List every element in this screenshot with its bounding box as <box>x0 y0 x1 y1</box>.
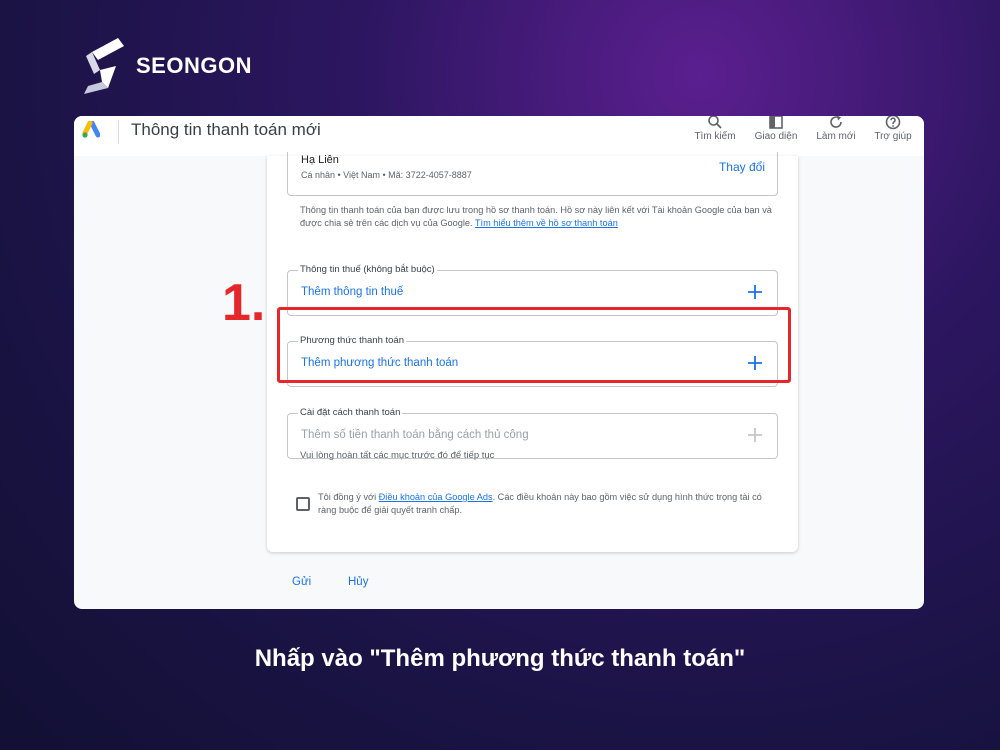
top-bar: Thông tin thanh toán mới Tìm kiếm Giao d… <box>74 116 924 156</box>
add-manual-payment-link: Thêm số tiền thanh toán bằng cách thủ cô… <box>301 429 529 441</box>
terms-checkbox[interactable] <box>296 497 310 511</box>
refresh-icon <box>830 116 842 128</box>
help-button[interactable]: Trợ giúp <box>863 116 923 142</box>
help-label: Trợ giúp <box>874 131 912 142</box>
billing-profile-box: Hạ Liên Cá nhân • Việt Nam • Mã: 3722-40… <box>287 152 778 196</box>
appearance-button[interactable]: Giao diện <box>746 116 806 142</box>
add-tax-plus-icon[interactable] <box>747 284 763 300</box>
brand-name: SEONGON <box>136 53 252 78</box>
title-divider <box>118 120 119 144</box>
window-title: Thông tin thanh toán mới <box>131 120 321 139</box>
learn-more-link[interactable]: Tìm hiểu thêm về hồ sơ thanh toán <box>475 218 618 228</box>
profile-name: Hạ Liên <box>301 154 339 166</box>
terms-prefix: Tôi đồng ý với <box>318 492 379 502</box>
change-profile-link[interactable]: Thay đổi <box>719 160 765 174</box>
terms-text: Tôi đồng ý với Điều khoản của Google Ads… <box>318 491 778 517</box>
refresh-button[interactable]: Làm mới <box>806 116 866 142</box>
appearance-icon <box>769 116 783 129</box>
disabled-plus-icon <box>748 428 762 442</box>
appearance-label: Giao diện <box>754 131 798 142</box>
tax-info-label: Thông tin thuế (không bắt buộc) <box>298 264 437 275</box>
completion-hint: Vui lòng hoàn tất các mục trước đó để ti… <box>300 450 495 461</box>
payment-method-highlight <box>277 307 791 383</box>
google-ads-logo-icon <box>82 121 100 138</box>
instruction-caption: Nhấp vào "Thêm phương thức thanh toán" <box>254 645 746 672</box>
add-tax-info-link[interactable]: Thêm thông tin thuế <box>301 286 403 298</box>
help-icon <box>885 116 901 130</box>
terms-link[interactable]: Điều khoản của Google Ads <box>379 492 493 502</box>
app-window: Thông tin thanh toán mới Tìm kiếm Giao d… <box>74 116 924 609</box>
profile-meta: Cá nhân • Việt Nam • Mã: 3722-4057-8887 <box>301 170 472 180</box>
brand: SEONGON <box>78 36 252 96</box>
refresh-label: Làm mới <box>816 131 856 142</box>
profile-info-text: Thông tin thanh toán của bạn được lưu tr… <box>300 204 780 230</box>
step-number: 1. <box>222 274 266 332</box>
search-button[interactable]: Tìm kiếm <box>685 116 745 142</box>
search-label: Tìm kiếm <box>694 131 736 142</box>
cancel-button[interactable]: Hủy <box>348 576 368 588</box>
search-icon <box>708 116 722 129</box>
payment-setting-label: Cài đặt cách thanh toán <box>298 407 403 418</box>
seongon-logo-icon <box>84 38 124 94</box>
submit-button[interactable]: Gửi <box>292 576 311 588</box>
